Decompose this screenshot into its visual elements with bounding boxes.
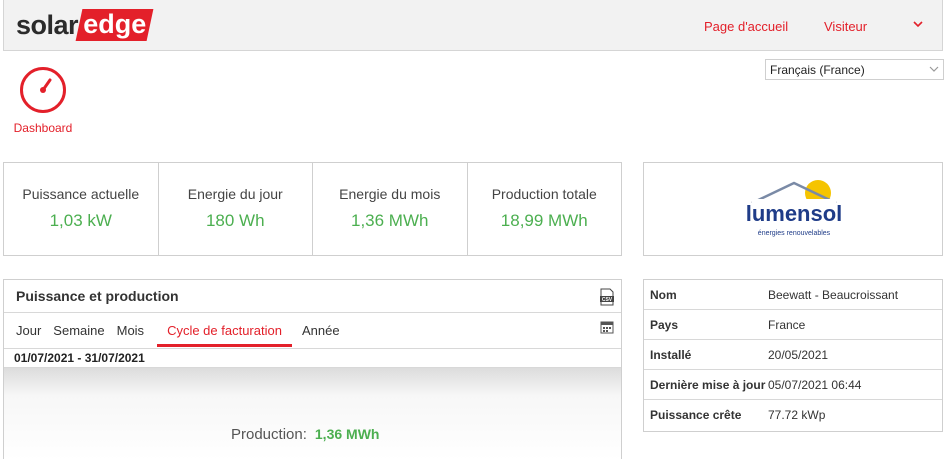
- top-header: solar edge Page d'accueil Visiteur: [3, 0, 943, 51]
- stat-energy-month: Energie du mois 1,36 MWh: [313, 163, 468, 255]
- dashboard-label: Dashboard: [13, 121, 73, 135]
- tab-jour[interactable]: Jour: [16, 322, 41, 347]
- stat-label: Energie du mois: [339, 186, 441, 202]
- site-info-table: Nom Beewatt - Beaucroissant Pays France …: [643, 279, 943, 432]
- stat-label: Energie du jour: [187, 186, 283, 202]
- info-value: Beewatt - Beaucroissant: [768, 287, 899, 302]
- info-key: Puissance crête: [650, 408, 742, 422]
- logo-text: lumensol: [746, 201, 843, 226]
- date-range: 01/07/2021 - 31/07/2021: [14, 351, 145, 365]
- info-row-name: Nom Beewatt - Beaucroissant: [644, 280, 942, 310]
- divider: [4, 312, 621, 313]
- info-value: France: [768, 317, 806, 332]
- panel-title: Puissance et production: [16, 288, 179, 304]
- dashboard-link[interactable]: Dashboard: [10, 66, 76, 135]
- info-row-last-update: Dernière mise à jour 05/07/2021 06:44: [644, 370, 942, 400]
- info-key: Dernière mise à jour: [650, 377, 766, 392]
- language-selected-value: Français (France): [770, 63, 865, 77]
- stat-label: Puissance actuelle: [22, 186, 140, 202]
- tab-semaine[interactable]: Semaine: [53, 322, 104, 347]
- solaredge-logo[interactable]: solar edge: [16, 8, 154, 42]
- production-label: Production:: [231, 426, 307, 443]
- nav-home-link[interactable]: Page d'accueil: [704, 19, 788, 34]
- info-value: 20/05/2021: [768, 347, 829, 362]
- language-select[interactable]: Français (France): [765, 59, 944, 80]
- speedometer-icon: [20, 67, 66, 113]
- info-value: 77.72 kWp: [768, 408, 826, 422]
- stat-value: 1,03 kW: [49, 211, 112, 230]
- power-production-panel: Puissance et production CSV Jour Semaine…: [3, 279, 622, 460]
- stat-label: Production totale: [491, 186, 597, 202]
- stat-value: 180 Wh: [205, 211, 265, 230]
- chevron-down-icon: [929, 66, 939, 72]
- date-range-bar: 01/07/2021 - 31/07/2021: [4, 348, 621, 368]
- stat-total-production: Production totale 18,99 MWh: [468, 163, 622, 255]
- logo-edge-text: edge: [83, 9, 147, 39]
- info-value: 05/07/2021 06:44: [768, 377, 862, 392]
- tab-mois[interactable]: Mois: [117, 322, 144, 347]
- nav-visitor-menu[interactable]: Visiteur: [824, 19, 867, 34]
- info-key: Nom: [650, 287, 677, 302]
- period-tabs: Jour Semaine Mois Cycle de facturation A…: [4, 322, 340, 348]
- info-row-peak-power: Puissance crête 77.72 kWp: [644, 400, 942, 430]
- logo-edge-badge: edge: [75, 9, 154, 41]
- lumensol-logo: lumensol énergies renouvelables: [746, 180, 843, 237]
- tab-cycle-facturation[interactable]: Cycle de facturation: [157, 322, 292, 347]
- logo-tagline: énergies renouvelables: [758, 230, 831, 237]
- chart-area: [4, 368, 621, 460]
- installer-logo-box: lumensol énergies renouvelables: [643, 162, 943, 256]
- stat-current-power: Puissance actuelle 1,03 kW: [4, 163, 159, 255]
- stat-value: 18,99 MWh: [500, 211, 588, 230]
- info-key: Installé: [650, 347, 692, 362]
- production-value: 1,36 MWh: [314, 426, 380, 442]
- info-key: Pays: [650, 317, 679, 332]
- energy-stats: Puissance actuelle 1,03 kW Energie du jo…: [3, 162, 622, 256]
- info-row-installed: Installé 20/05/2021: [644, 340, 942, 370]
- logo-solar-text: solar: [16, 9, 79, 40]
- svg-text:CSV: CSV: [602, 297, 613, 303]
- stat-value: 1,36 MWh: [351, 211, 429, 230]
- stat-energy-day: Energie du jour 180 Wh: [159, 163, 313, 255]
- csv-export-icon[interactable]: CSV: [599, 288, 615, 306]
- info-row-country: Pays France: [644, 310, 942, 340]
- production-summary: Production: 1,36 MWh: [231, 426, 379, 443]
- tab-annee[interactable]: Année: [302, 322, 340, 347]
- calendar-icon[interactable]: [600, 320, 614, 334]
- chevron-down-icon[interactable]: [911, 17, 925, 31]
